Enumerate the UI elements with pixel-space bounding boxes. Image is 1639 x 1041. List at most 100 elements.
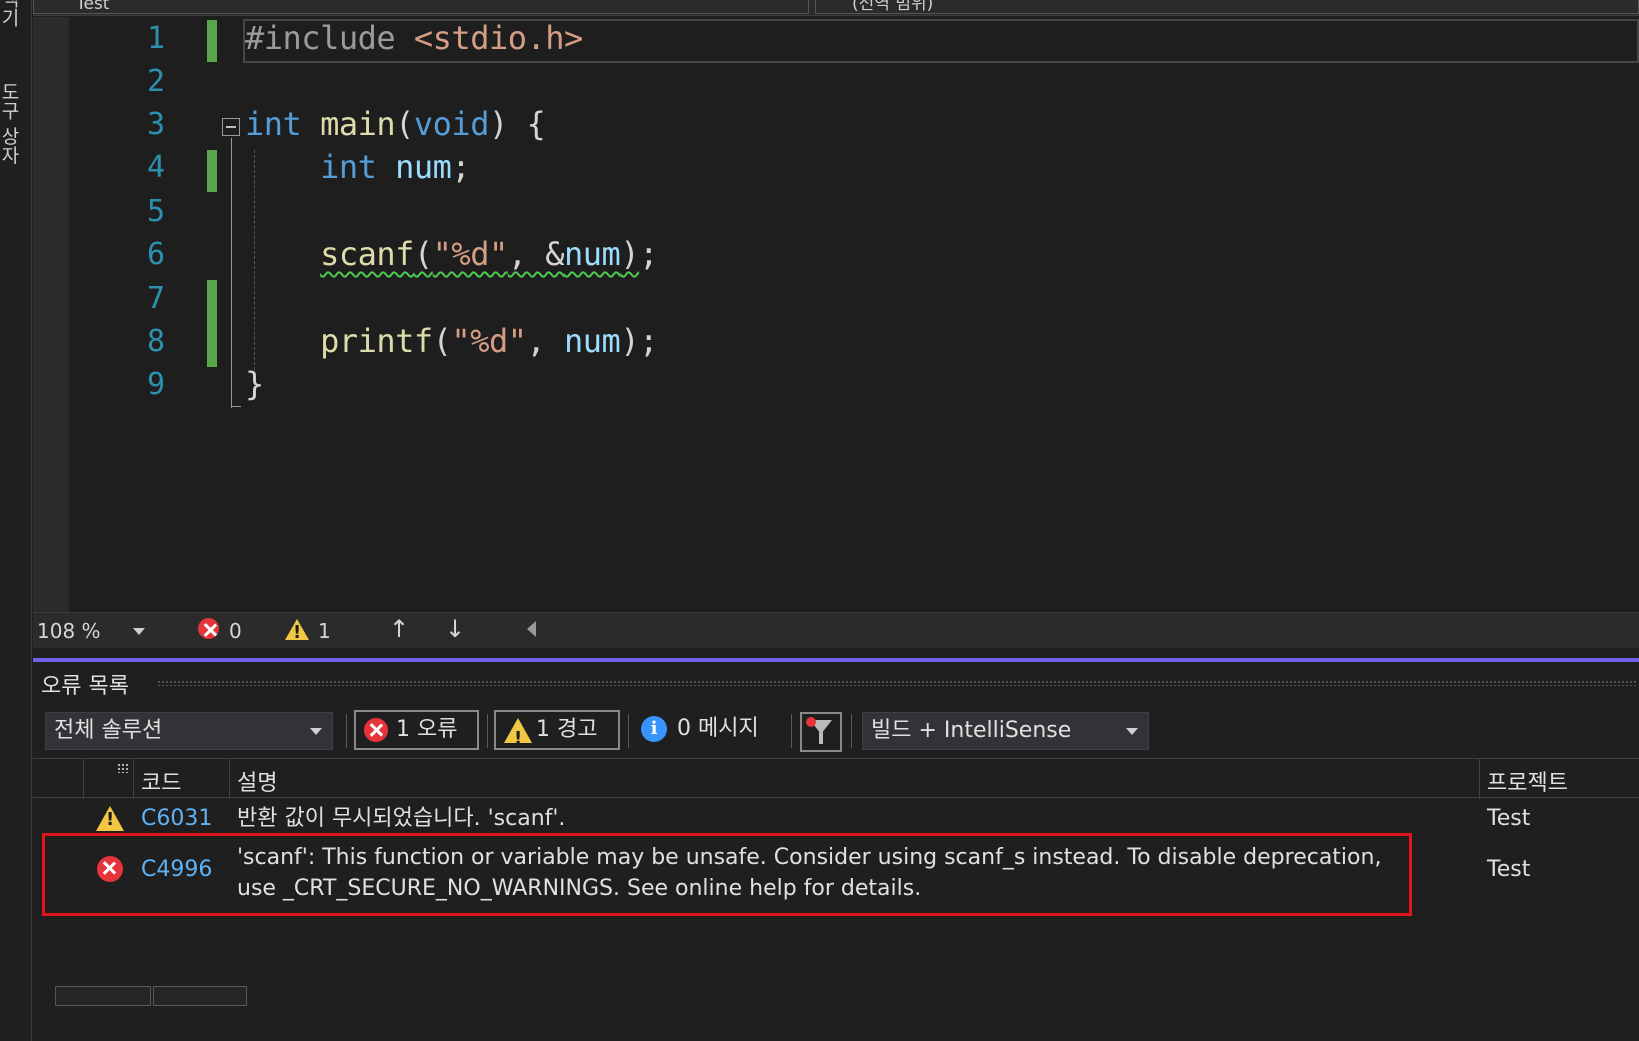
- column-options-icon[interactable]: [117, 763, 129, 773]
- scope-combo-label: (전역 범위): [852, 0, 934, 14]
- warnings-filter-button[interactable]: 1 경고: [494, 710, 620, 757]
- change-indicator: [207, 20, 217, 62]
- line-number: 4: [146, 150, 165, 185]
- warning-icon: [285, 619, 309, 643]
- error-count: 0: [229, 619, 242, 643]
- side-tool-strip: 탐색기 도구 상자: [0, 0, 32, 1041]
- function-scanf: scanf: [320, 235, 414, 273]
- variable-num: num: [395, 148, 452, 186]
- toolbar-separator: [628, 714, 629, 748]
- column-header-project[interactable]: 프로젝트: [1487, 765, 1568, 797]
- error-icon: [198, 618, 219, 639]
- collapse-toggle-icon[interactable]: [222, 118, 240, 136]
- error-description: 반환 값이 무시되었습니다. 'scanf'.: [237, 806, 566, 831]
- variable-num: num: [564, 235, 621, 273]
- editor-status-bar: 108 % 0 1 ↑ ↓: [33, 612, 1639, 648]
- warning-squiggle[interactable]: scanf("%d", &num): [320, 235, 640, 273]
- error-count-indicator[interactable]: [198, 618, 219, 644]
- header-name: <stdio.h>: [413, 19, 583, 57]
- info-icon: i: [641, 716, 667, 742]
- function-printf: printf: [320, 322, 433, 360]
- column-divider: [133, 759, 134, 799]
- preprocessor-directive: #include: [245, 19, 396, 57]
- warnings-filter-label: 1 경고: [536, 717, 598, 742]
- punct: );: [620, 322, 658, 360]
- format-string: "%d": [432, 235, 509, 273]
- editor-margin: [33, 17, 69, 639]
- arrow-up-icon[interactable]: ↑: [389, 615, 409, 643]
- error-code-link[interactable]: C6031: [141, 806, 212, 831]
- panel-title: 오류 목록: [41, 674, 129, 699]
- line-number: 5: [146, 194, 165, 229]
- project-combo-label: Test: [76, 0, 110, 14]
- error-list-toolbar: 전체 솔루션 1 오류 1 경고 i 0 메시지 빌드 + IntelliSen…: [33, 708, 1639, 757]
- column-header-code[interactable]: 코드: [141, 765, 181, 797]
- column-header-description[interactable]: 설명: [237, 765, 277, 797]
- punct: (: [432, 322, 452, 360]
- filter-button[interactable]: [800, 712, 842, 752]
- bottom-tab-strip: [33, 986, 1639, 1041]
- line-number: 3: [146, 107, 165, 142]
- chevron-down-icon: [310, 728, 322, 735]
- punct: ) {: [488, 105, 546, 143]
- project-combo[interactable]: Test: [33, 0, 809, 14]
- line-number: 2: [146, 64, 165, 99]
- panel-drag-handle[interactable]: [157, 680, 1637, 686]
- toolbar-separator: [851, 714, 852, 748]
- warning-count: 1: [318, 619, 331, 643]
- toolbar-separator: [791, 714, 792, 748]
- error-project: Test: [1487, 857, 1531, 882]
- line-number: 6: [146, 237, 165, 272]
- scope-combo[interactable]: (전역 범위): [815, 0, 1639, 14]
- fold-guide-end: [231, 406, 241, 407]
- punct: (: [413, 235, 433, 273]
- bottom-tab[interactable]: [153, 986, 247, 1006]
- change-indicator: [207, 280, 217, 367]
- warning-icon: [504, 718, 532, 757]
- warning-icon: [96, 806, 124, 831]
- errors-filter-button[interactable]: 1 오류: [354, 710, 479, 750]
- error-grid-header: 코드 설명 프로젝트: [33, 758, 1639, 799]
- scope-filter-combo[interactable]: 전체 솔루션: [45, 712, 333, 750]
- warning-count-indicator[interactable]: [285, 619, 309, 645]
- code-line-6: scanf("%d", &num);: [245, 235, 658, 273]
- messages-filter-button[interactable]: i 0 메시지: [633, 710, 783, 750]
- column-divider: [1479, 759, 1480, 799]
- code-line-8: printf("%d", num);: [245, 322, 658, 360]
- scroll-left-icon[interactable]: [527, 621, 536, 637]
- variable-num: num: [564, 322, 621, 360]
- toolbar-separator: [487, 714, 488, 748]
- column-divider: [229, 759, 230, 799]
- bottom-tab[interactable]: [55, 986, 151, 1006]
- filter-active-dot: [806, 717, 816, 727]
- side-tab-explorer[interactable]: 탐색기: [0, 0, 20, 27]
- punct: ,: [526, 322, 565, 360]
- function-main: main: [320, 105, 396, 143]
- chevron-down-icon: [1126, 728, 1138, 735]
- keyword-int: int: [320, 148, 377, 186]
- zoom-combo[interactable]: 108 %: [37, 617, 147, 645]
- highlight-annotation-box: [42, 833, 1412, 916]
- format-string: "%d": [451, 322, 527, 360]
- error-project: Test: [1487, 806, 1531, 831]
- closing-brace: }: [245, 365, 264, 403]
- scope-filter-label: 전체 솔루션: [54, 718, 163, 743]
- punct: ;: [639, 235, 658, 273]
- source-filter-combo[interactable]: 빌드 + IntelliSense: [862, 712, 1149, 750]
- line-number: 8: [146, 324, 165, 359]
- arrow-down-icon[interactable]: ↓: [445, 615, 465, 643]
- punct: , &: [507, 235, 565, 273]
- punct: (: [395, 105, 414, 143]
- punct: ;: [451, 148, 471, 186]
- code-line-3: int main(void) {: [245, 105, 546, 143]
- side-tab-toolbox[interactable]: 도구 상자: [0, 82, 20, 164]
- keyword-int: int: [245, 105, 302, 143]
- code-line-9: }: [245, 365, 264, 403]
- code-line-1: #include <stdio.h>: [245, 19, 583, 57]
- keyword-void: void: [413, 105, 490, 143]
- code-line-4: int num;: [245, 148, 471, 186]
- editor-nav-bar: Test (전역 범위): [33, 0, 1639, 16]
- change-indicator: [207, 150, 217, 192]
- punct: ): [620, 235, 640, 273]
- messages-filter-label: 0 메시지: [677, 716, 759, 741]
